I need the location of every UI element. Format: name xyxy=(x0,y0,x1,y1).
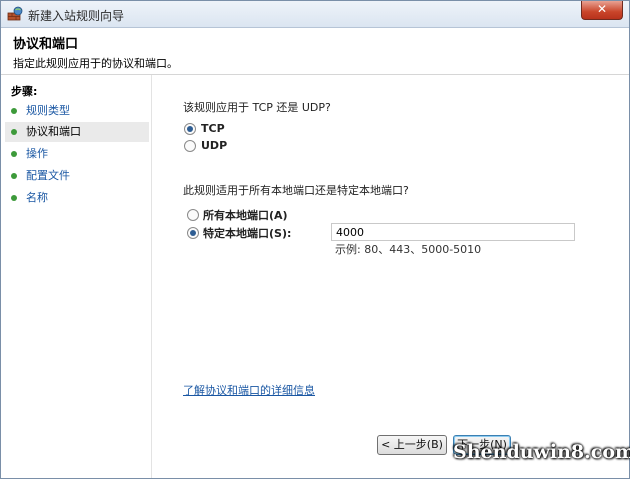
protocol-question: 该规则应用于 TCP 还是 UDP? xyxy=(183,101,331,114)
specific-ports-radio[interactable] xyxy=(187,227,199,239)
port-example-hint: 示例: 80、443、5000-5010 xyxy=(335,243,482,256)
sidebar-item-protocol-ports[interactable]: 协议和端口 xyxy=(5,122,149,142)
sidebar-item-label: 名称 xyxy=(26,191,48,204)
bullet-icon xyxy=(11,173,17,179)
specific-ports-label[interactable]: 特定本地端口(S): xyxy=(203,225,291,241)
sidebar-item-rule-type[interactable]: 规则类型 xyxy=(5,101,149,121)
back-button[interactable]: < 上一步(B) xyxy=(377,435,447,455)
close-icon: ✕ xyxy=(596,2,608,16)
page-subtitle: 指定此规则应用于的协议和端口。 xyxy=(13,57,178,70)
sidebar-item-label: 操作 xyxy=(26,147,48,160)
steps-title: 步骤: xyxy=(11,85,38,98)
sidebar-item-label: 规则类型 xyxy=(26,104,70,117)
all-ports-radio[interactable] xyxy=(187,209,199,221)
main-panel: 该规则应用于 TCP 还是 UDP? TCP UDP 此规则适用于所有本地端口还… xyxy=(153,75,629,478)
watermark-logo: Shenduwin8.com xyxy=(453,441,630,463)
all-ports-label[interactable]: 所有本地端口(A) xyxy=(203,207,288,223)
wizard-window: 新建入站规则向导 ✕ 协议和端口 指定此规则应用于的协议和端口。 步骤: 规则类… xyxy=(0,0,630,479)
title-bar: 新建入站规则向导 ✕ xyxy=(1,1,629,28)
page-header: 协议和端口 指定此规则应用于的协议和端口。 xyxy=(1,28,629,75)
close-button[interactable]: ✕ xyxy=(581,1,623,20)
sidebar-item-profile[interactable]: 配置文件 xyxy=(5,166,149,186)
sidebar-item-action[interactable]: 操作 xyxy=(5,144,149,164)
udp-radio[interactable] xyxy=(184,140,196,152)
udp-label[interactable]: UDP xyxy=(201,139,227,152)
port-input[interactable]: 4000 xyxy=(331,223,575,241)
sidebar-item-name[interactable]: 名称 xyxy=(5,188,149,208)
bullet-icon xyxy=(11,129,17,135)
bullet-icon xyxy=(11,195,17,201)
firewall-icon xyxy=(7,6,23,21)
tcp-label[interactable]: TCP xyxy=(201,122,225,135)
window-title: 新建入站规则向导 xyxy=(28,9,125,23)
steps-sidebar: 步骤: 规则类型 协议和端口 操作 配置文件 名称 xyxy=(1,75,152,478)
ports-question: 此规则适用于所有本地端口还是特定本地端口? xyxy=(183,184,409,197)
sidebar-item-label: 配置文件 xyxy=(26,169,70,182)
page-title: 协议和端口 xyxy=(13,37,79,52)
sidebar-item-label: 协议和端口 xyxy=(26,125,81,138)
bullet-icon xyxy=(11,108,17,114)
learn-more-link[interactable]: 了解协议和端口的详细信息 xyxy=(183,382,315,398)
tcp-radio[interactable] xyxy=(184,123,196,135)
bullet-icon xyxy=(11,151,17,157)
